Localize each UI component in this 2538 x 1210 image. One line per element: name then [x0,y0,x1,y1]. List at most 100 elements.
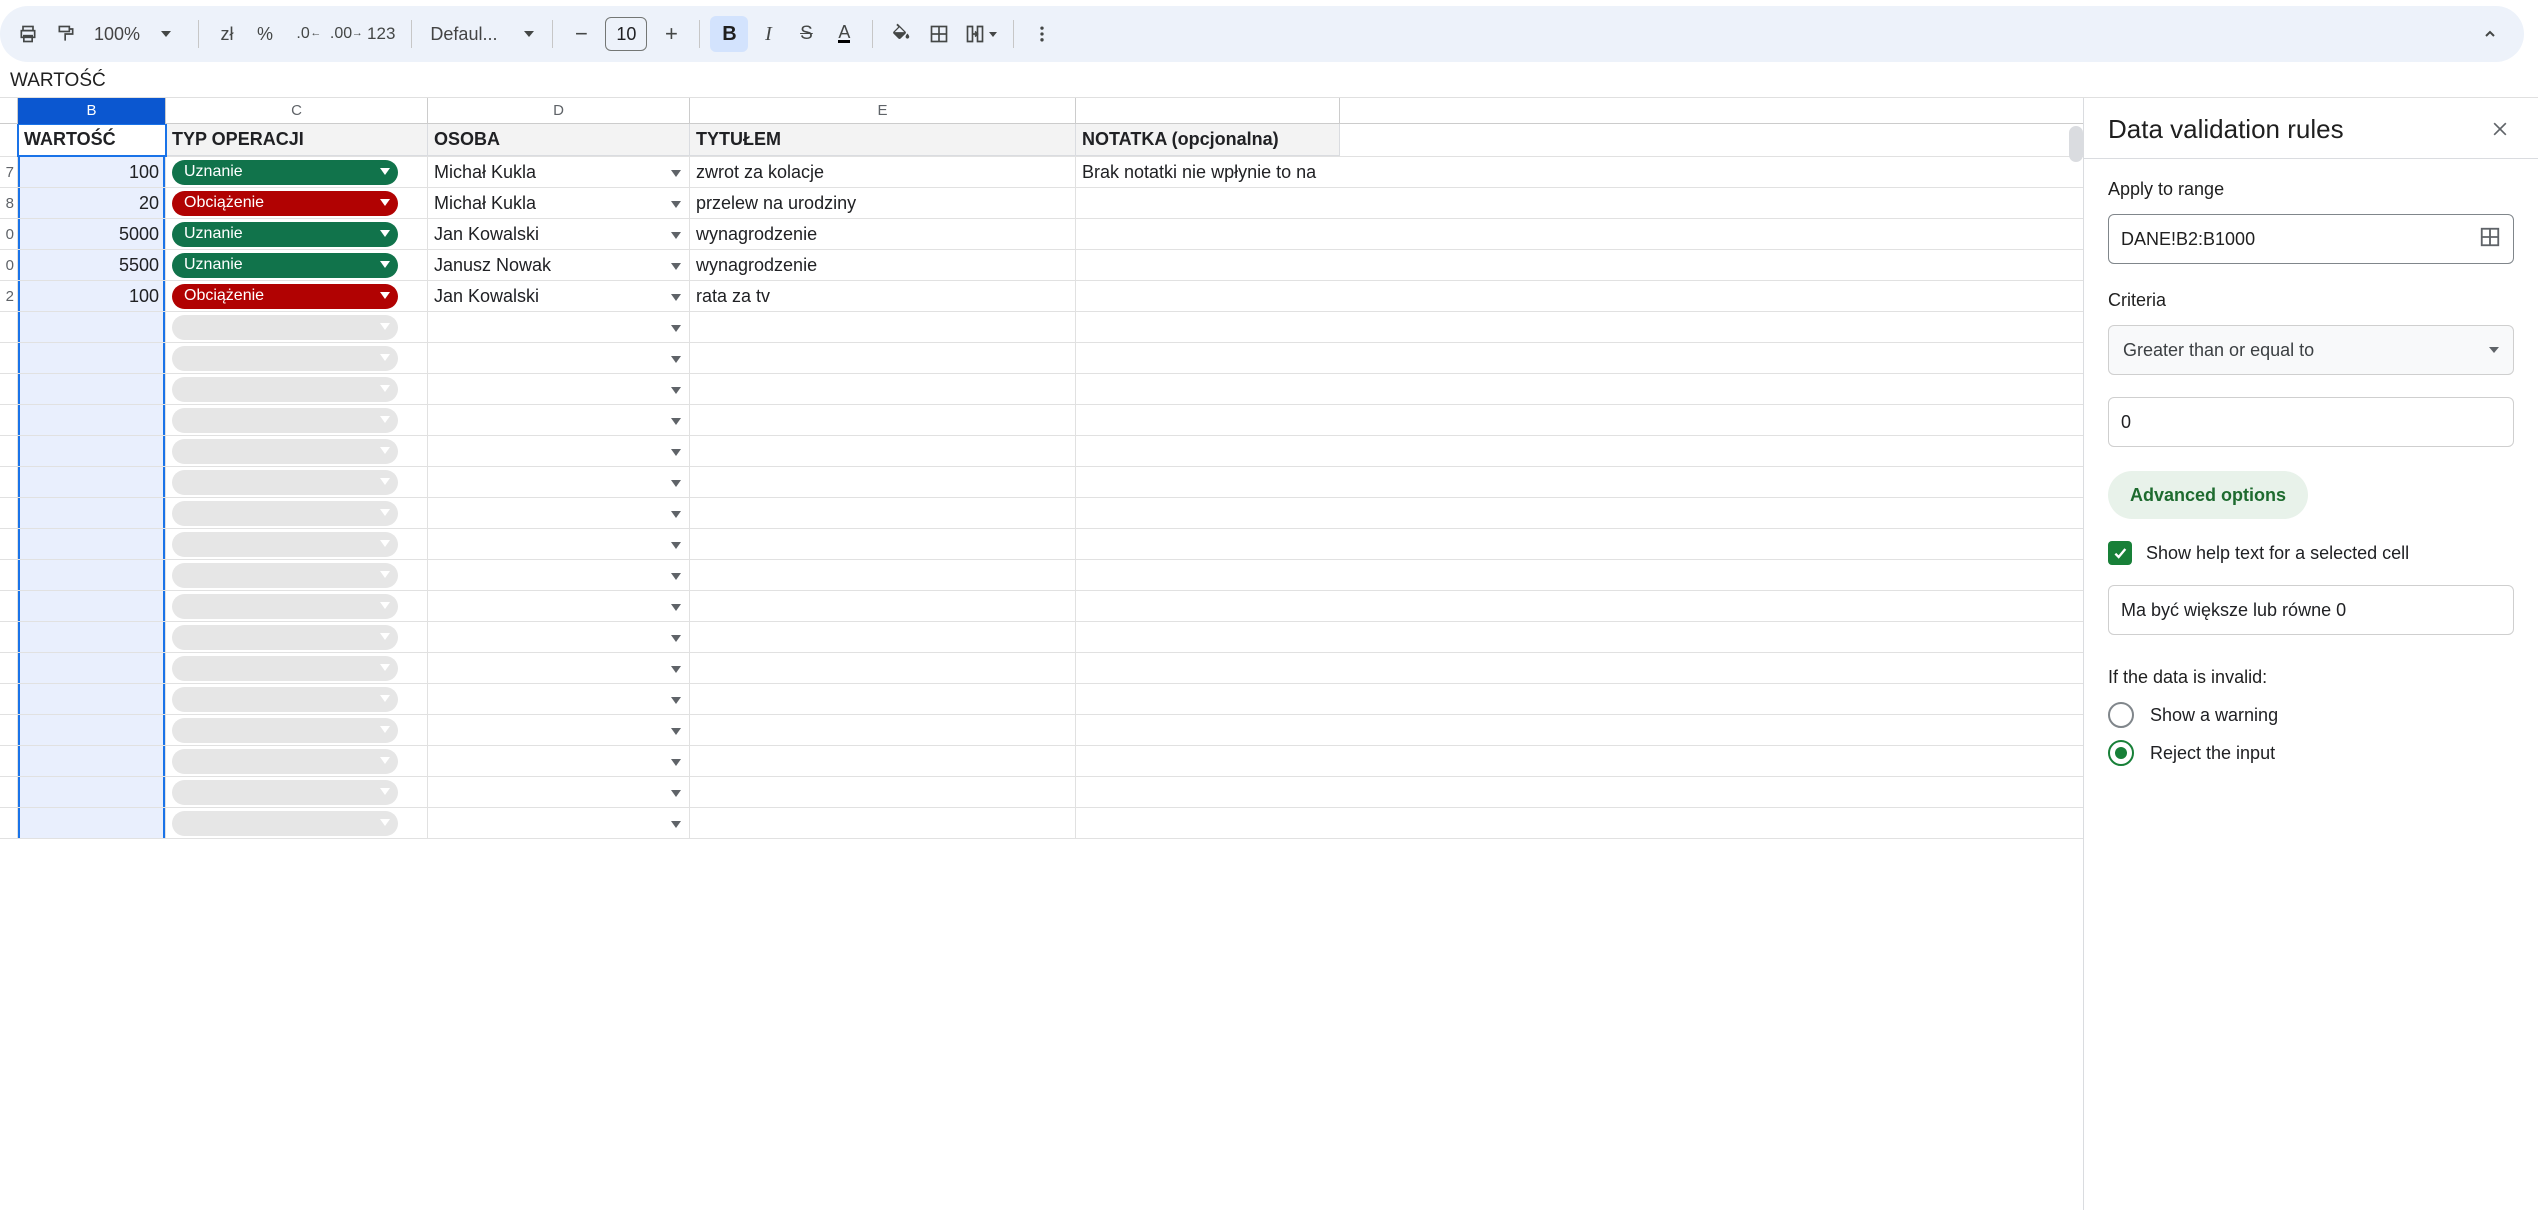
cell-person[interactable]: Michał Kukla [428,157,690,187]
operation-chip-empty[interactable] [172,315,398,340]
cell-operation[interactable]: Uznanie [166,250,428,280]
cell-empty[interactable] [690,374,1076,404]
grid-icon[interactable] [2479,226,2501,253]
cell-person[interactable] [428,498,690,528]
dropdown-caret-icon[interactable] [671,751,683,772]
cell-value[interactable]: 100 [18,281,166,311]
column-header-e[interactable]: E [690,98,1076,123]
cell-title[interactable]: wynagrodzenie [690,219,1076,249]
dropdown-caret-icon[interactable] [671,689,683,710]
zoom-level[interactable]: 100% [90,24,144,45]
column-header-b[interactable]: B [18,98,166,123]
operation-chip-empty[interactable] [172,749,398,774]
bold-button[interactable]: B [710,16,748,52]
paint-format-icon[interactable] [48,16,84,52]
row-header[interactable] [0,498,18,528]
strikethrough-button[interactable]: S [788,16,824,52]
cell-operation[interactable] [166,560,428,590]
cell-value[interactable]: 5500 [18,250,166,280]
collapse-toolbar-button[interactable] [2474,18,2506,50]
dropdown-caret-icon[interactable] [671,162,683,183]
cell-operation[interactable] [166,684,428,714]
column-header-c[interactable]: C [166,98,428,123]
row-header[interactable]: 7 [0,157,18,187]
dropdown-caret-icon[interactable] [671,348,683,369]
row-header[interactable] [0,343,18,373]
operation-chip-empty[interactable] [172,625,398,650]
cell-empty[interactable] [18,560,166,590]
header-cell-typ[interactable]: TYP OPERACJI [166,124,428,156]
cell-person[interactable] [428,653,690,683]
row-header[interactable] [0,467,18,497]
number-format-button[interactable]: 123 [361,16,401,52]
apply-to-range-input[interactable]: DANE!B2:B1000 [2108,214,2514,264]
row-header[interactable] [0,405,18,435]
cell-person[interactable] [428,436,690,466]
cell-empty[interactable] [18,715,166,745]
cell-title[interactable]: przelew na urodziny [690,188,1076,218]
increase-fontsize-button[interactable]: + [653,16,689,52]
cell-empty[interactable] [18,498,166,528]
currency-format-button[interactable]: zł [209,16,245,52]
cell-empty[interactable] [1076,436,1340,466]
cell-empty[interactable] [18,746,166,776]
cell-empty[interactable] [1076,498,1340,528]
row-header[interactable] [0,746,18,776]
cell-empty[interactable] [18,591,166,621]
cell-empty[interactable] [690,312,1076,342]
close-icon[interactable] [2486,115,2514,143]
cell-person[interactable] [428,312,690,342]
cell-empty[interactable] [18,374,166,404]
cell-empty[interactable] [18,653,166,683]
percent-format-button[interactable]: % [247,16,283,52]
operation-chip[interactable]: Uznanie [172,160,398,185]
operation-chip-empty[interactable] [172,377,398,402]
cell-operation[interactable]: Uznanie [166,157,428,187]
cell-empty[interactable] [690,591,1076,621]
cell-empty[interactable] [690,715,1076,745]
cell-note[interactable]: Brak notatki nie wpłynie to na [1076,157,1340,187]
cell-note[interactable] [1076,281,1340,311]
row-header[interactable]: 2 [0,281,18,311]
cell-operation[interactable] [166,746,428,776]
row-header[interactable]: 0 [0,219,18,249]
cell-empty[interactable] [1076,405,1340,435]
row-header[interactable] [0,560,18,590]
cell-operation[interactable] [166,529,428,559]
cell-empty[interactable] [690,343,1076,373]
cell-person[interactable] [428,405,690,435]
cell-empty[interactable] [18,405,166,435]
cell-empty[interactable] [1076,653,1340,683]
cell-empty[interactable] [690,808,1076,838]
cell-note[interactable] [1076,219,1340,249]
cell-empty[interactable] [1076,374,1340,404]
show-help-checkbox[interactable] [2108,541,2132,565]
cell-title[interactable]: zwrot za kolacje [690,157,1076,187]
operation-chip-empty[interactable] [172,346,398,371]
radio-show-warning[interactable] [2108,702,2134,728]
row-header[interactable] [0,715,18,745]
dropdown-caret-icon[interactable] [671,565,683,586]
operation-chip-empty[interactable] [172,656,398,681]
cell-title[interactable]: wynagrodzenie [690,250,1076,280]
operation-chip-empty[interactable] [172,532,398,557]
cell-person[interactable]: Michał Kukla [428,188,690,218]
cell-person[interactable] [428,467,690,497]
cell-operation[interactable] [166,591,428,621]
cell-empty[interactable] [18,529,166,559]
dropdown-caret-icon[interactable] [671,472,683,493]
row-header[interactable] [0,622,18,652]
print-icon[interactable] [10,16,46,52]
cell-empty[interactable] [1076,312,1340,342]
cell-empty[interactable] [1076,715,1340,745]
cell-operation[interactable] [166,653,428,683]
borders-button[interactable] [921,16,957,52]
dropdown-caret-icon[interactable] [671,410,683,431]
cell-empty[interactable] [18,467,166,497]
cell-empty[interactable] [690,529,1076,559]
operation-chip-empty[interactable] [172,501,398,526]
cell-value[interactable]: 20 [18,188,166,218]
row-header[interactable] [0,436,18,466]
help-text-input[interactable]: Ma być większe lub równe 0 [2108,585,2514,635]
cell-person[interactable] [428,622,690,652]
